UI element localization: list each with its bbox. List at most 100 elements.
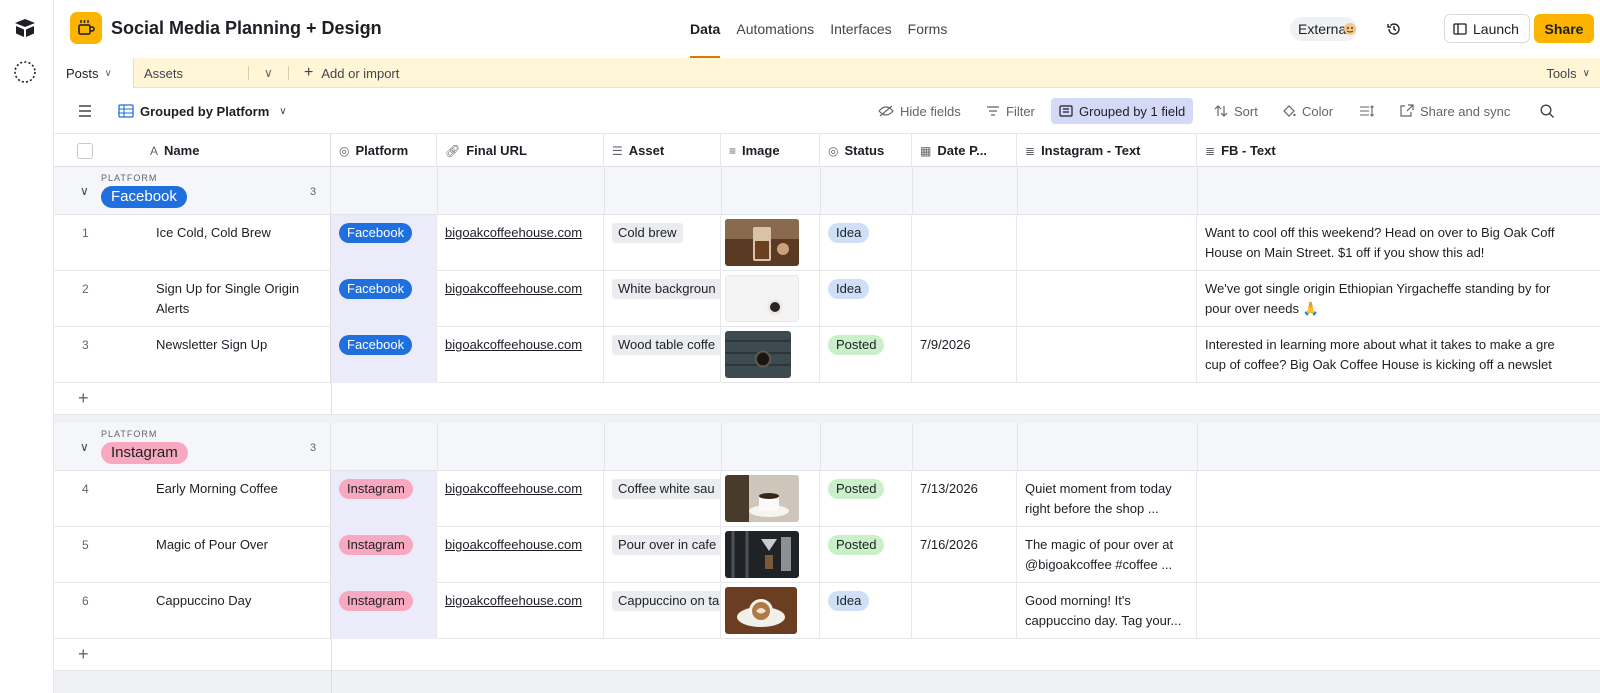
url-link[interactable]: bigoakcoffeehouse.com xyxy=(445,225,582,240)
status-cell[interactable]: Posted xyxy=(820,471,912,527)
cappuccino-thumbnail[interactable] xyxy=(725,587,797,634)
tools-menu[interactable]: Tools ∨ xyxy=(1546,58,1590,88)
date-cell[interactable]: 7/13/2026 xyxy=(912,471,1017,527)
column-header-name[interactable]: A Name xyxy=(140,134,331,167)
url-cell[interactable]: bigoakcoffeehouse.com xyxy=(437,271,604,327)
status-cell[interactable]: Idea xyxy=(820,583,912,639)
asset-chip[interactable]: White backgroun xyxy=(612,279,720,299)
name-cell[interactable]: Cappuccino Day xyxy=(148,583,331,639)
tab-automations[interactable]: Automations xyxy=(728,0,822,58)
tab-forms[interactable]: Forms xyxy=(900,0,956,58)
fb-text-cell[interactable]: We've got single origin Ethiopian Yirgac… xyxy=(1197,271,1600,327)
url-cell[interactable]: bigoakcoffeehouse.com xyxy=(437,327,604,383)
select-all-checkbox[interactable] xyxy=(77,143,93,159)
coffee-saucer-thumbnail[interactable] xyxy=(725,475,799,522)
table-tab-assets[interactable]: Assets xyxy=(144,58,183,88)
fb-text-cell[interactable] xyxy=(1197,527,1600,583)
color-button[interactable]: Color xyxy=(1282,88,1333,134)
fb-text-cell[interactable]: Interested in learning more about what i… xyxy=(1197,327,1600,383)
column-header-image[interactable]: ≡ Image xyxy=(721,134,820,167)
share-and-sync-button[interactable]: Share and sync xyxy=(1400,88,1510,134)
url-link[interactable]: bigoakcoffeehouse.com xyxy=(445,281,582,296)
add-record-row[interactable]: + xyxy=(54,639,1600,671)
search-icon[interactable] xyxy=(1540,88,1555,134)
cold-brew-thumbnail[interactable] xyxy=(725,219,799,266)
asset-cell[interactable]: Cold brew xyxy=(604,215,721,271)
url-link[interactable]: bigoakcoffeehouse.com xyxy=(445,537,582,552)
name-cell[interactable]: Early Morning Coffee xyxy=(148,471,331,527)
date-cell[interactable]: 7/9/2026 xyxy=(912,327,1017,383)
platform-cell[interactable]: Facebook xyxy=(331,215,437,271)
asset-cell[interactable]: Pour over in cafe xyxy=(604,527,721,583)
sort-button[interactable]: Sort xyxy=(1214,88,1258,134)
tab-data[interactable]: Data xyxy=(682,0,728,58)
url-cell[interactable]: bigoakcoffeehouse.com xyxy=(437,583,604,639)
chevron-down-icon[interactable]: ∨ xyxy=(80,184,89,198)
table-row[interactable]: 4 Early Morning Coffee Instagram bigoakc… xyxy=(54,471,1600,527)
column-header-instagram-text[interactable]: ≣ Instagram - Text xyxy=(1017,134,1197,167)
share-button[interactable]: Share xyxy=(1534,14,1594,43)
group-header-instagram[interactable]: ∨ PLATFORM Instagram 3 xyxy=(54,423,1600,471)
table-row[interactable]: 3 Newsletter Sign Up Facebook bigoakcoff… xyxy=(54,327,1600,383)
column-header-asset[interactable]: ☰ Asset xyxy=(604,134,721,167)
chevron-down-icon[interactable]: ∨ xyxy=(264,66,273,80)
history-icon[interactable] xyxy=(1384,19,1404,39)
status-cell[interactable]: Idea xyxy=(820,215,912,271)
column-header-fb-text[interactable]: ≣ FB - Text xyxy=(1197,134,1600,167)
url-cell[interactable]: bigoakcoffeehouse.com xyxy=(437,527,604,583)
instagram-text-cell[interactable]: Good morning! It's cappuccino day. Tag y… xyxy=(1017,583,1197,639)
platform-cell[interactable]: Instagram xyxy=(331,583,437,639)
wood-table-thumbnail[interactable] xyxy=(725,331,791,378)
instagram-text-cell[interactable] xyxy=(1017,215,1197,271)
instagram-text-cell[interactable]: Quiet moment from today right before the… xyxy=(1017,471,1197,527)
pour-over-thumbnail[interactable] xyxy=(725,531,799,578)
platform-cell[interactable]: Instagram xyxy=(331,527,437,583)
column-header-final-url[interactable]: 🔗︎ Final URL xyxy=(437,134,604,167)
status-cell[interactable]: Idea xyxy=(820,271,912,327)
add-record-row[interactable]: + xyxy=(54,383,1600,415)
status-cell[interactable]: Posted xyxy=(820,327,912,383)
fb-text-cell[interactable] xyxy=(1197,583,1600,639)
asset-cell[interactable]: Coffee white sau xyxy=(604,471,721,527)
table-tab-posts[interactable]: Posts ∨ xyxy=(54,58,134,88)
tab-interfaces[interactable]: Interfaces xyxy=(822,0,899,58)
column-header-platform[interactable]: ◎ Platform xyxy=(331,134,437,167)
view-switcher[interactable]: Grouped by Platform ∨ xyxy=(118,88,287,134)
plus-icon[interactable]: + xyxy=(78,644,89,665)
table-row[interactable]: 1 Ice Cold, Cold Brew Facebook bigoakcof… xyxy=(54,215,1600,271)
asset-chip[interactable]: Coffee white sau xyxy=(612,479,720,499)
name-cell[interactable]: Sign Up for Single Origin Alerts xyxy=(148,271,331,327)
asset-chip[interactable]: Pour over in cafe xyxy=(612,535,720,555)
platform-cell[interactable]: Facebook xyxy=(331,327,437,383)
asset-cell[interactable]: Cappuccino on ta xyxy=(604,583,721,639)
base-title[interactable]: Social Media Planning + Design xyxy=(111,18,382,39)
chevron-down-icon[interactable]: ⌵ xyxy=(364,20,373,35)
name-cell[interactable]: Newsletter Sign Up xyxy=(148,327,331,383)
base-icon[interactable] xyxy=(70,12,102,44)
url-cell[interactable]: bigoakcoffeehouse.com xyxy=(437,471,604,527)
row-height-icon[interactable] xyxy=(1359,88,1375,134)
instagram-text-cell[interactable]: The magic of pour over at @bigoakcoffee … xyxy=(1017,527,1197,583)
name-cell[interactable]: Ice Cold, Cold Brew xyxy=(148,215,331,271)
group-button[interactable]: Grouped by 1 field xyxy=(1051,98,1194,124)
date-cell[interactable] xyxy=(912,215,1017,271)
launch-button[interactable]: Launch xyxy=(1444,14,1530,43)
image-cell[interactable] xyxy=(721,527,820,583)
group-header-facebook[interactable]: ∨ PLATFORM Facebook 3 xyxy=(54,167,1600,215)
fb-text-cell[interactable]: Want to cool off this weekend? Head on o… xyxy=(1197,215,1600,271)
add-or-import-button[interactable]: + Add or import xyxy=(304,58,399,88)
column-header-status[interactable]: ◎ Status xyxy=(820,134,912,167)
platform-cell[interactable]: Instagram xyxy=(331,471,437,527)
image-cell[interactable] xyxy=(721,271,820,327)
date-cell[interactable] xyxy=(912,271,1017,327)
asset-chip[interactable]: Wood table coffe xyxy=(612,335,720,355)
column-header-date[interactable]: ▦ Date P... xyxy=(912,134,1017,167)
url-link[interactable]: bigoakcoffeehouse.com xyxy=(445,337,582,352)
image-cell[interactable] xyxy=(721,327,820,383)
instagram-text-cell[interactable] xyxy=(1017,327,1197,383)
table-row[interactable]: 2 Sign Up for Single Origin Alerts Faceb… xyxy=(54,271,1600,327)
image-cell[interactable] xyxy=(721,215,820,271)
url-link[interactable]: bigoakcoffeehouse.com xyxy=(445,593,582,608)
image-cell[interactable] xyxy=(721,471,820,527)
url-cell[interactable]: bigoakcoffeehouse.com xyxy=(437,215,604,271)
